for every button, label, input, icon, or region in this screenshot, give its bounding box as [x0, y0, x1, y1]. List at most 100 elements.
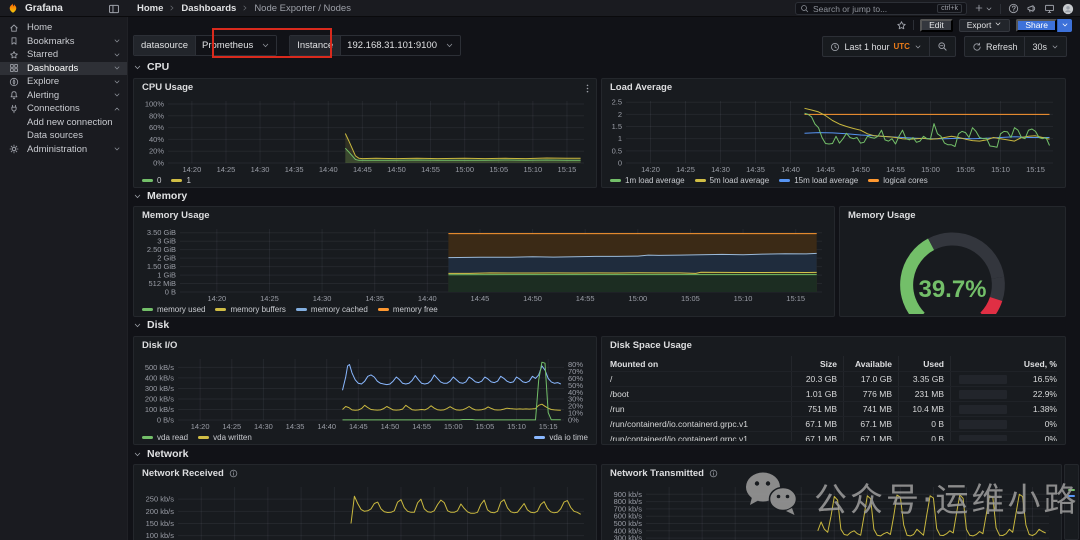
legend-item[interactable]: vda written [198, 433, 252, 442]
sidebar-item-home[interactable]: Home [0, 21, 127, 35]
legend-item[interactable]: memory buffers [215, 305, 286, 314]
svg-text:14:45: 14:45 [471, 294, 490, 303]
app-title: Grafana [25, 2, 63, 14]
load-average-chart[interactable]: 0 0.5 1 1.5 2 2.5 14:20 14:25 14:30 14:35 14:40 14:… [604, 95, 1063, 174]
search-input[interactable]: Search or jump to... ctrl+k [795, 2, 967, 15]
panel-title[interactable]: Load Average [602, 79, 1065, 95]
share-button[interactable]: Share [1016, 18, 1057, 32]
monitor-icon[interactable] [1044, 3, 1055, 14]
panel-title[interactable]: Memory Usage [134, 207, 834, 223]
sidebar-item-starred[interactable]: Starred [0, 48, 127, 62]
sidebar-item-alerting[interactable]: Alerting [0, 89, 127, 103]
svg-text:15:00: 15:00 [444, 422, 463, 431]
help-icon[interactable] [1008, 3, 1019, 14]
sidebar-item-bookmarks[interactable]: Bookmarks [0, 35, 127, 49]
svg-text:14:50: 14:50 [387, 165, 406, 174]
svg-text:20%: 20% [149, 147, 164, 156]
svg-text:2.50 GiB: 2.50 GiB [147, 245, 176, 254]
svg-text:15:10: 15:10 [734, 294, 753, 303]
legend-item[interactable]: 5m load average [694, 176, 769, 185]
variable-instance-label: Instance [290, 36, 341, 55]
variable-datasource-value[interactable]: Prometheus [195, 36, 277, 55]
svg-text:15:00: 15:00 [455, 165, 474, 174]
zoom-out-button[interactable] [928, 37, 955, 56]
legend-item[interactable]: 15m load average [779, 176, 858, 185]
table-row[interactable]: /run/containerd/io.containerd.grpc.v1 67.… [610, 431, 1057, 441]
chevron-down-icon [1051, 43, 1059, 51]
search-shortcut-badge: ctrl+k [937, 4, 962, 13]
network-transmitted-chart[interactable]: 200 kb/s300 kb/s400 kb/s500 kb/s600 kb/s… [604, 481, 1059, 540]
section-network[interactable]: Network [133, 448, 188, 460]
section-cpu[interactable]: CPU [133, 61, 169, 73]
sidebar-item-data-sources[interactable]: Data sources [0, 129, 127, 143]
panel-title[interactable]: CPU Usage [134, 79, 596, 95]
chevron-down-icon [113, 37, 121, 45]
sidebar-item-add-new-connection[interactable]: Add new connection [0, 116, 127, 130]
star-icon [8, 50, 20, 60]
svg-text:14:25: 14:25 [222, 422, 241, 431]
network-received-chart[interactable]: 50 kb/s100 kb/s150 kb/s200 kb/s250 kb/s1… [136, 481, 594, 540]
chevron-down-icon [133, 192, 142, 201]
legend-item[interactable]: logical cores [868, 176, 928, 185]
table-row[interactable]: /20.3 GB 17.0 GB 3.35 GB 16.5% [610, 371, 1057, 386]
chevron-down-icon [133, 450, 142, 459]
svg-text:15:00: 15:00 [628, 294, 647, 303]
sidebar-item-label: Starred [27, 49, 59, 61]
section-memory[interactable]: Memory [133, 190, 187, 202]
panel-network-received: Network Received 50 kb/s100 kb/s150 kb/s… [133, 464, 597, 540]
legend-item[interactable]: 0 [142, 176, 161, 185]
search-placeholder: Search or jump to... [813, 3, 888, 14]
sidebar-item-dashboards[interactable]: Dashboards [0, 61, 127, 75]
panel-title[interactable]: Memory Usage [840, 207, 1065, 223]
sidebar-item-administration[interactable]: Administration [0, 143, 127, 157]
disk-space-table[interactable]: Mounted on Size Available Used Used, % /20… [610, 356, 1057, 441]
table-row[interactable]: /run 751 MB 741 MB 10.4 MB 1.38% [610, 401, 1057, 416]
svg-text:14:35: 14:35 [285, 165, 304, 174]
favorite-star-icon[interactable] [896, 20, 907, 31]
table-row[interactable]: /run/containerd/io.containerd.grpc.v1 67.… [610, 416, 1057, 431]
cpu-usage-chart[interactable]: 0% 20% 40% 60% 80% 100% 14:20 14:25 14:30 14:35 14… [136, 95, 594, 174]
sidebar-item-explore[interactable]: Explore [0, 75, 127, 89]
info-icon [709, 469, 718, 478]
time-range-group: Last 1 hour UTC [822, 36, 956, 57]
legend-item[interactable]: memory used [142, 305, 205, 314]
panel-title[interactable]: Disk I/O [134, 337, 596, 353]
legend-item[interactable]: 1m load average [610, 176, 685, 185]
news-icon[interactable] [1026, 3, 1037, 14]
breadcrumb-dashboards[interactable]: Dashboards [181, 3, 236, 14]
legend-item[interactable]: 1 [171, 176, 191, 185]
panel-title[interactable]: Disk Space Usage [602, 337, 1065, 353]
refresh-button[interactable]: Refresh [965, 37, 1025, 56]
svg-text:15:05: 15:05 [476, 422, 495, 431]
section-disk[interactable]: Disk [133, 319, 169, 331]
sidebar-item-label: Dashboards [27, 62, 79, 74]
legend-item[interactable]: memory free [377, 305, 438, 314]
panel-title[interactable]: Network Transmitted [602, 465, 1061, 481]
legend-item[interactable]: vda io time [534, 433, 588, 442]
grafana-logo[interactable] [7, 2, 19, 14]
chevron-down-icon [445, 41, 454, 50]
refresh-interval-picker[interactable]: 30s [1024, 37, 1066, 56]
export-button[interactable]: Export [958, 18, 1011, 32]
svg-text:14:30: 14:30 [251, 165, 270, 174]
variable-datasource-label: datasource [134, 36, 196, 55]
edit-button[interactable]: Edit [920, 18, 953, 32]
add-button[interactable] [974, 0, 993, 18]
panel-title[interactable]: Network Received [134, 465, 596, 481]
apps-icon [8, 63, 20, 73]
table-row[interactable]: /boot 1.01 GB 776 MB 231 MB 22.9% [610, 386, 1057, 401]
memory-usage-chart[interactable]: 0 B 512 MiB 1 GiB 1.50 GiB 2 GiB 2.50 GiB 3 Gi… [136, 223, 832, 303]
legend-item[interactable]: memory cached [295, 305, 368, 314]
svg-text:15:15: 15:15 [539, 422, 558, 431]
share-caret-button[interactable] [1057, 18, 1072, 32]
breadcrumb-home[interactable]: Home [137, 3, 163, 14]
sidebar-item-connections[interactable]: Connections [0, 102, 127, 116]
avatar[interactable] [1062, 3, 1074, 15]
time-range-picker[interactable]: Last 1 hour UTC [823, 37, 928, 56]
variable-instance-value[interactable]: 192.168.31.101:9100 [340, 36, 460, 55]
legend-item[interactable]: vda read [142, 433, 188, 442]
svg-text:80%: 80% [568, 360, 583, 369]
disk-io-chart[interactable]: 0 B/s 100 kB/s 200 kB/s 300 kB/s 400 kB/s 500… [136, 353, 594, 431]
svg-text:40%: 40% [149, 135, 164, 144]
dock-menu-icon[interactable] [108, 2, 120, 20]
